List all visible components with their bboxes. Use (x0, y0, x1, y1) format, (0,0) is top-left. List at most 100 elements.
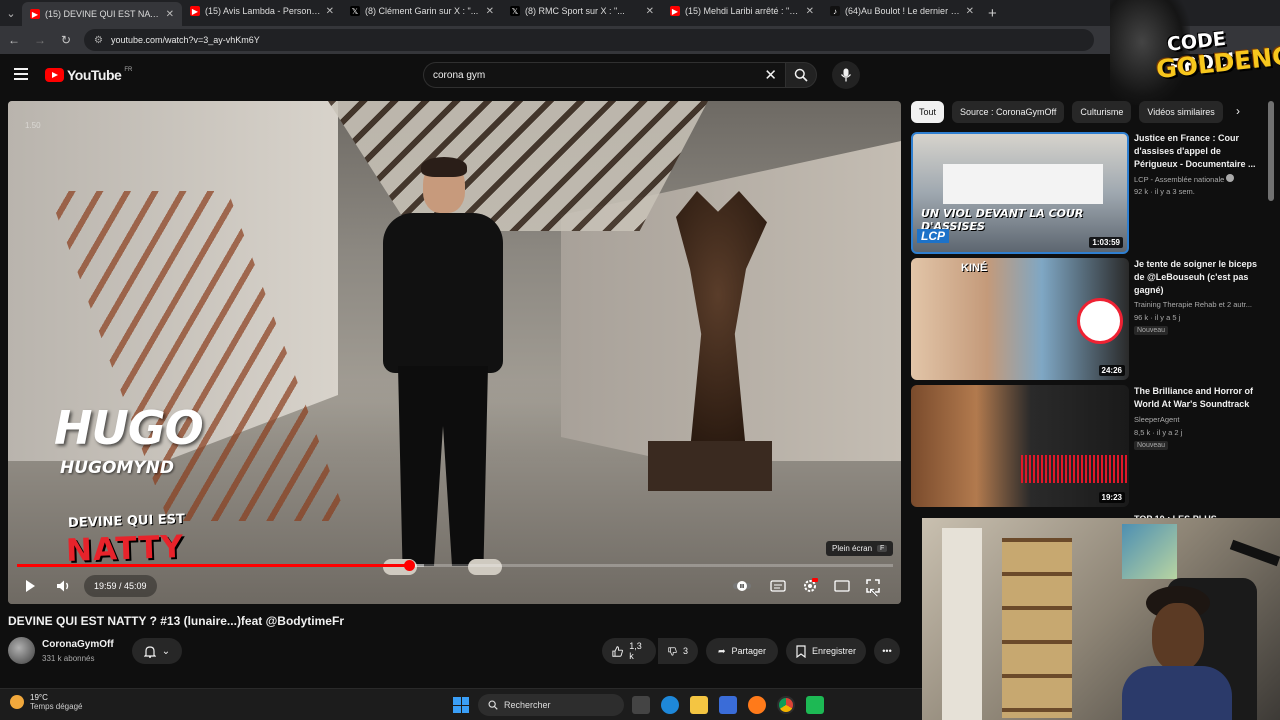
menu-icon[interactable] (14, 68, 28, 80)
windows-start-icon[interactable] (453, 697, 469, 713)
bookmark-icon (796, 644, 806, 658)
thumbnail-tag: LCP (917, 229, 949, 243)
progress-bar[interactable] (17, 560, 893, 571)
save-button[interactable]: Enregistrer (786, 638, 866, 664)
tiktok-icon: ♪ (830, 6, 840, 16)
more-actions-button[interactable]: ••• (874, 638, 900, 664)
reload-icon[interactable]: ↻ (58, 33, 74, 47)
browser-toolbar: ← → ↻ ⚙ youtube.com/watch?v=3_ay-vhKm6Y (0, 26, 1280, 54)
recommendation-meta: 96 k · il y a 5 j (1134, 313, 1181, 322)
microphone-arm (1229, 539, 1280, 567)
file-explorer-icon[interactable] (690, 696, 708, 714)
chrome-icon[interactable] (777, 696, 795, 714)
share-icon: ➦ (717, 645, 726, 656)
video-duration: 24:26 (1098, 365, 1125, 376)
youtube-icon: ▶ (190, 6, 200, 16)
close-tab-icon[interactable]: ✕ (966, 6, 974, 17)
volume-button[interactable] (50, 572, 78, 600)
tab-title: (8) RMC Sport sur X : "... (525, 6, 625, 16)
youtube-wordmark: YouTube (67, 67, 122, 83)
browser-tab[interactable]: ♪ (64)Au Boulot ! Le dernier film ... ✕ (822, 0, 982, 22)
streamer-face (1152, 603, 1204, 671)
overlay-handle: HUGOMYND (60, 458, 175, 478)
browser-tab[interactable]: ▶ (15) Avis Lambda - Persona 5 R... ✕ (182, 0, 342, 22)
youtube-logo[interactable]: YouTube FR (45, 67, 132, 83)
thumbnail-caption: KINÉ (961, 262, 988, 274)
youtube-icon: ▶ (30, 9, 40, 19)
address-bar[interactable]: ⚙ youtube.com/watch?v=3_ay-vhKm6Y (84, 29, 1094, 51)
theater-mode-button[interactable] (828, 572, 856, 600)
firefox-icon[interactable] (748, 696, 766, 714)
recommendation-thumbnail[interactable]: KINÉ 24:26 (911, 258, 1129, 380)
streamer-webcam (922, 518, 1280, 720)
volume-icon (57, 580, 69, 592)
edge-icon[interactable] (661, 696, 679, 714)
filter-chip[interactable]: Source : CoronaGymOff (952, 101, 1065, 123)
like-count: 1,3 k (629, 641, 642, 661)
progress-played (17, 564, 409, 567)
channel-avatar[interactable] (8, 637, 35, 664)
filter-chip[interactable]: Tout (911, 101, 945, 123)
browser-tab[interactable]: 𝕏 (8) RMC Sport sur X : "... ✕ (502, 0, 662, 22)
scrubber-handle[interactable] (403, 560, 415, 571)
like-button[interactable]: 1,3 k (602, 638, 656, 664)
x-icon: 𝕏 (350, 6, 360, 16)
windows-taskbar: 19°C Temps dégagé Rechercher (0, 688, 922, 720)
video-person (353, 157, 533, 581)
filter-chip[interactable]: Culturisme (1072, 101, 1132, 123)
clear-search-icon[interactable]: ✕ (764, 66, 777, 84)
video-player[interactable]: 1.50 HUGO HUGOMYND DEVINE QUI EST NATTY … (8, 101, 901, 604)
autoplay-icon (733, 581, 751, 591)
close-tab-icon[interactable]: ✕ (326, 6, 334, 17)
taskbar-search[interactable]: Rechercher (478, 694, 624, 716)
browser-tab[interactable]: 𝕏 (8) Clément Garin sur X : "... ✕ (342, 0, 502, 22)
youtube-play-icon (45, 68, 64, 82)
close-tab-icon[interactable]: ✕ (646, 6, 654, 17)
task-view-icon[interactable] (632, 696, 650, 714)
autoplay-toggle[interactable] (728, 572, 756, 600)
close-tab-icon[interactable]: ✕ (806, 6, 814, 17)
tab-title: (15) Mehdi Laribi arrêté : "La DZ... (685, 6, 801, 16)
url-text: youtube.com/watch?v=3_ay-vhKm6Y (110, 35, 260, 45)
channel-name[interactable]: CoronaGymOff (42, 639, 114, 650)
settings-button[interactable] (796, 572, 824, 600)
mouse-cursor-icon: ↖ (868, 584, 880, 600)
recommendation-item[interactable]: KINÉ 24:26 Je tente de soigner le biceps… (911, 258, 1271, 380)
recommendation-thumbnail[interactable]: 19:23 (911, 385, 1129, 507)
notification-bell-button[interactable]: ⌄ (132, 638, 182, 664)
site-info-icon[interactable]: ⚙ (94, 35, 103, 46)
chevron-right-icon[interactable]: › (1236, 104, 1240, 118)
play-button[interactable] (16, 572, 44, 600)
recommendation-item[interactable]: UN VIOL DEVANT LA COUR D'ASSISES LCP 1:0… (911, 132, 1271, 254)
browser-tab[interactable]: ▶ (15) DEVINE QUI EST NATTY ? #... ✕ (22, 2, 182, 26)
weather-widget[interactable]: 19°C Temps dégagé (10, 693, 82, 711)
tab-title: (64)Au Boulot ! Le dernier film ... (845, 6, 961, 16)
voice-search-button[interactable] (832, 61, 860, 89)
share-button[interactable]: ➦ Partager (706, 638, 778, 664)
browser-tab[interactable]: ▶ (15) Mehdi Laribi arrêté : "La DZ... ✕ (662, 0, 822, 22)
filter-chip[interactable]: Vidéos similaires (1139, 101, 1223, 123)
dislike-button[interactable]: 3 (658, 638, 698, 664)
recommendation-item[interactable]: 19:23 The Brilliance and Horror of World… (911, 385, 1271, 507)
recommendation-thumbnail[interactable]: UN VIOL DEVANT LA COUR D'ASSISES LCP 1:0… (911, 132, 1129, 254)
subtitles-button[interactable] (764, 572, 792, 600)
store-icon[interactable] (719, 696, 737, 714)
more-icon: ••• (882, 646, 892, 656)
subscriber-count: 331 k abonnés (42, 654, 95, 663)
close-tab-icon[interactable]: ✕ (486, 6, 494, 17)
settings-gear-icon (804, 578, 818, 592)
back-icon[interactable]: ← (6, 33, 22, 47)
chevron-down-icon: ⌄ (161, 645, 171, 657)
search-button[interactable] (785, 62, 817, 88)
fullscreen-tooltip: Plein écran F (826, 541, 894, 556)
search-input[interactable]: corona gym ✕ (423, 62, 785, 88)
close-tab-icon[interactable]: ✕ (166, 9, 174, 20)
recommendation-title: Justice en France : Cour d'assises d'app… (1134, 133, 1256, 169)
bell-icon (143, 645, 156, 658)
tab-search-icon[interactable]: ⌄ (0, 2, 22, 24)
forward-icon[interactable]: → (32, 33, 48, 47)
new-tab-button[interactable]: + (988, 5, 997, 22)
tab-title: (15) Avis Lambda - Persona 5 R... (205, 6, 321, 16)
thumbs-up-icon (612, 645, 623, 657)
streaming-app-icon[interactable] (806, 696, 824, 714)
